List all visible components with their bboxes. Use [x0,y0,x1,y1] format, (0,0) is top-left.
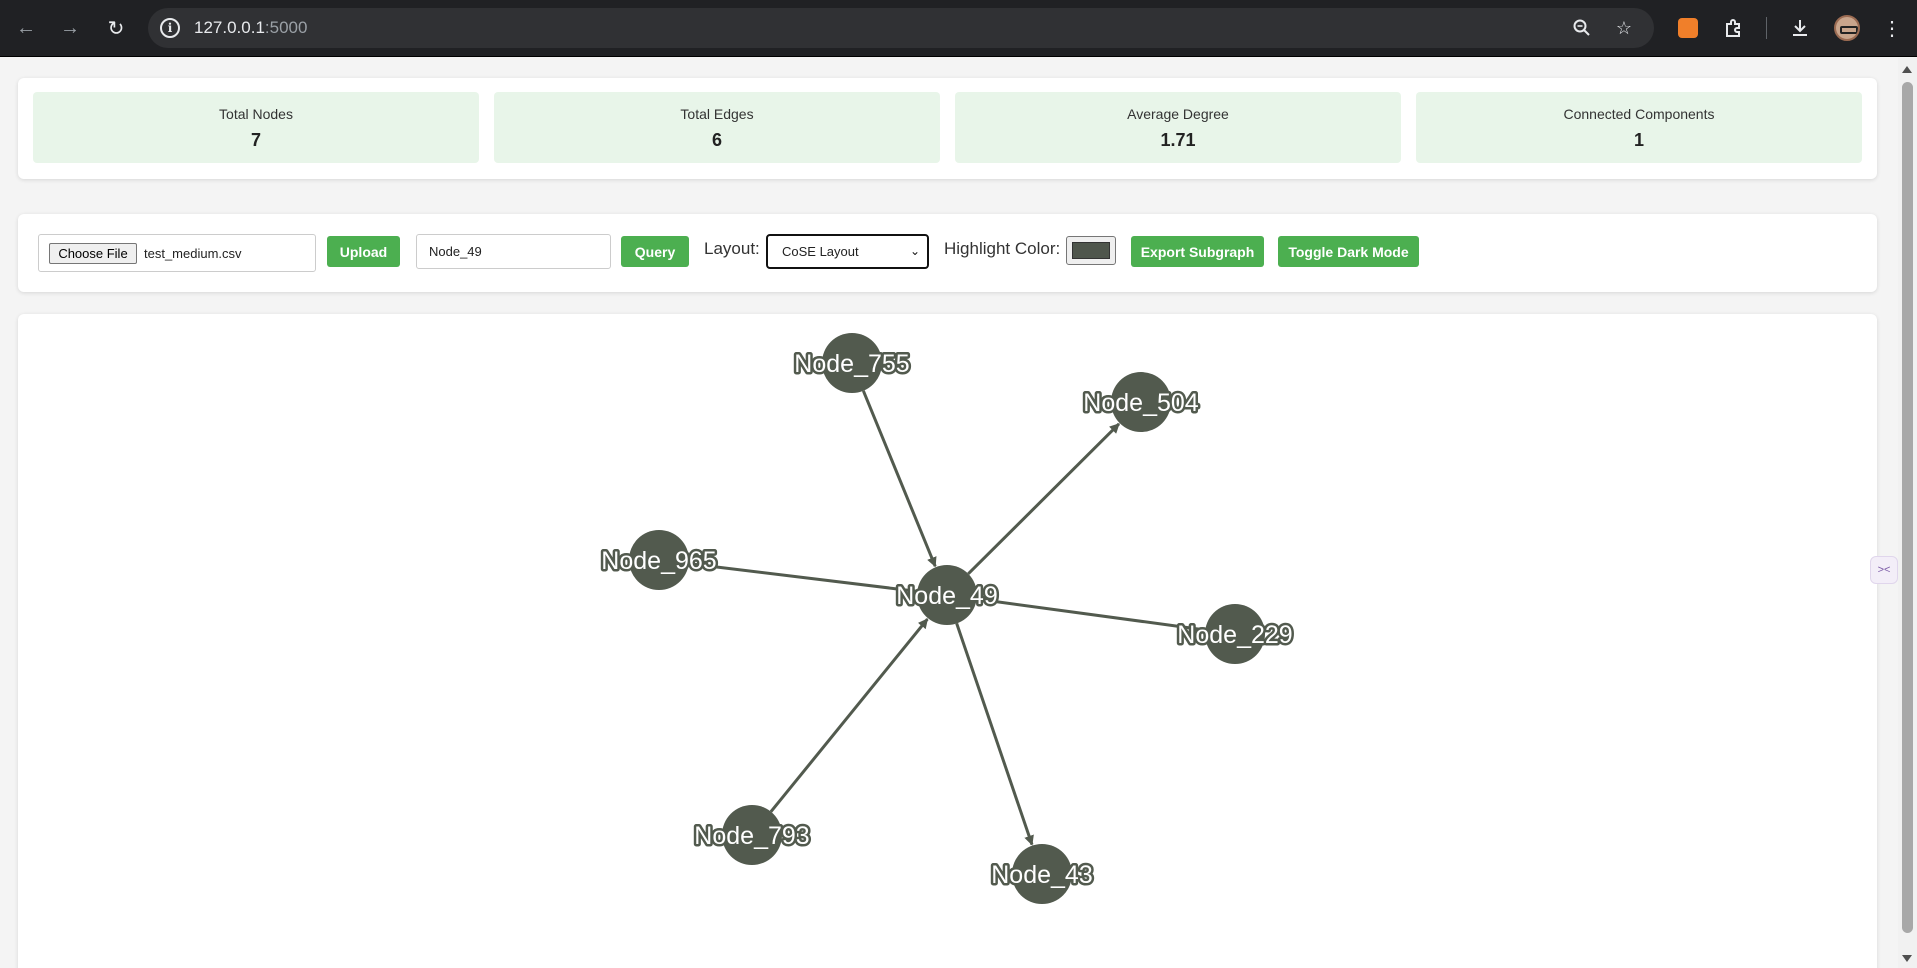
bookmark-star-icon[interactable]: ☆ [1612,16,1636,40]
graph-node[interactable]: Node_43 [989,844,1095,904]
export-subgraph-button[interactable]: Export Subgraph [1131,236,1264,267]
extension-icon[interactable] [1678,18,1698,38]
graph-edge[interactable] [861,390,937,568]
graph-edge[interactable] [769,618,929,813]
back-arrow-icon[interactable]: ← [12,14,40,42]
layout-select[interactable]: CoSE Layout ⌄ [766,234,929,269]
browser-toolbar: ← → ↻ i 127.0.0.1:5000 ☆ ⋮ [0,0,1917,57]
graph-node[interactable]: Node_793 [692,805,812,865]
controls-panel: Choose File test_medium.csv Upload Node_… [18,214,1877,292]
stat-value: 7 [250,130,261,150]
selected-file-name: test_medium.csv [144,246,242,261]
graph-node-label: Node_504 [1083,389,1198,417]
scroll-up-arrow-icon[interactable] [1902,66,1912,73]
stat-label: Average Degree [1127,106,1229,122]
download-icon[interactable] [1786,14,1814,42]
page-scrollbar[interactable] [1898,58,1917,968]
graph-node-label: Node_755 [794,350,909,378]
graph-node-label: Node_43 [991,861,1092,889]
chevron-down-icon: ⌄ [909,244,920,258]
choose-file-button[interactable]: Choose File [49,243,137,264]
scroll-down-arrow-icon[interactable] [1902,955,1912,962]
stat-label: Connected Components [1563,106,1715,122]
layout-selected-value: CoSE Layout [782,244,859,259]
graph-edge[interactable] [976,597,1205,632]
url-text[interactable]: 127.0.0.1:5000 [194,18,307,38]
highlight-color-label: Highlight Color: [944,239,1061,258]
layout-label: Layout: [704,239,760,258]
stat-connected-components: Connected Components 1 [1416,92,1862,163]
graph-edge[interactable] [955,622,1034,846]
graph-node-label: Node_49 [896,582,997,610]
stat-value: 1 [1633,130,1644,150]
stat-value: 1.71 [1160,130,1196,150]
zoom-out-icon[interactable] [1570,16,1594,40]
graph-node[interactable]: Node_755 [792,333,912,393]
stat-label: Total Nodes [219,106,293,122]
upload-button[interactable]: Upload [327,236,400,267]
profile-avatar[interactable] [1834,15,1860,41]
scrollbar-thumb[interactable] [1902,82,1913,933]
graph-svg[interactable]: Node_49 Node_755 Node_504 Node_965 Node_229 N… [18,314,1877,968]
graph-node-label: Node_229 [1177,621,1292,649]
forward-arrow-icon[interactable]: → [56,14,84,42]
graph-node[interactable]: Node_965 [599,530,719,590]
query-input[interactable]: Node_49 [416,234,611,269]
color-swatch-fill [1072,242,1110,259]
toggle-dark-mode-button[interactable]: Toggle Dark Mode [1278,236,1419,267]
graph-edge[interactable] [967,422,1121,575]
graph-node[interactable]: Node_49 [894,565,1000,625]
reload-icon[interactable]: ↻ [102,14,130,42]
query-button[interactable]: Query [621,236,689,267]
file-input[interactable]: Choose File test_medium.csv [38,234,316,272]
stat-total-nodes: Total Nodes 7 [33,92,479,163]
stat-total-edges: Total Edges 6 [494,92,940,163]
highlight-color-picker[interactable] [1066,236,1116,265]
collapse-icon[interactable]: >< [1870,556,1898,584]
graph-node-label: Node_965 [601,547,716,575]
site-info-icon[interactable]: i [160,18,180,38]
page-content: Total Nodes 7 Total Edges 6 Average Degr… [0,58,1898,968]
kebab-menu-icon[interactable]: ⋮ [1878,14,1906,42]
graph-canvas[interactable]: Node_49 Node_755 Node_504 Node_965 Node_229 N… [18,314,1877,968]
puzzle-icon[interactable] [1720,14,1748,42]
toolbar-divider [1766,17,1767,39]
stat-value: 6 [711,130,722,150]
graph-node-label: Node_793 [694,822,809,850]
graph-node[interactable]: Node_229 [1175,604,1295,664]
stat-label: Total Edges [680,106,754,122]
graph-node[interactable]: Node_504 [1081,372,1201,432]
stat-average-degree: Average Degree 1.71 [955,92,1401,163]
address-bar[interactable]: i 127.0.0.1:5000 ☆ [148,8,1654,48]
stats-panel: Total Nodes 7 Total Edges 6 Average Degr… [18,78,1877,179]
graph-edge[interactable] [688,562,917,593]
